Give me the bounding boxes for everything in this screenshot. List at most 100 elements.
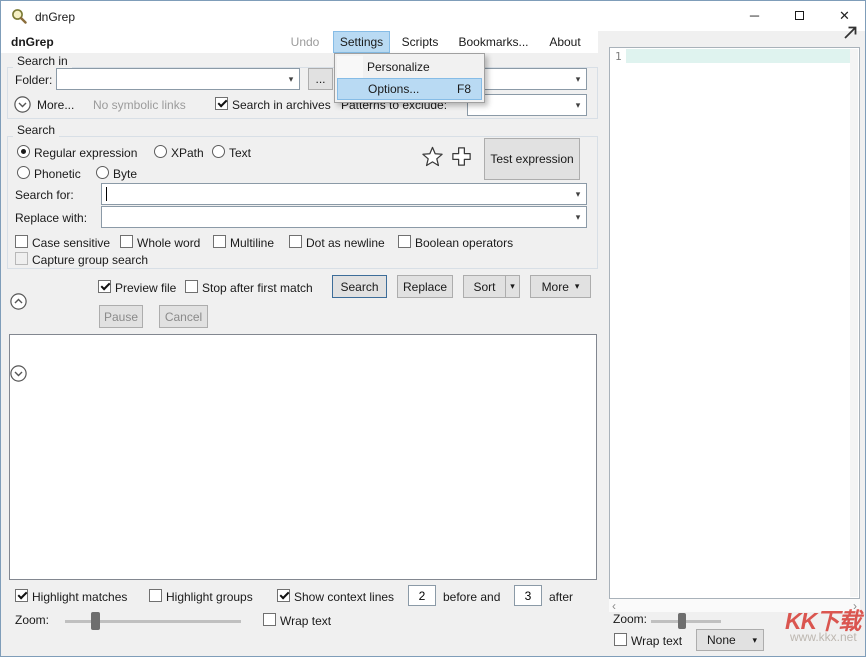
menubar-undo-label: Undo	[291, 35, 320, 49]
search-group-label: Search	[13, 123, 59, 137]
expand-results-button[interactable]	[10, 365, 27, 382]
radio-phonetic[interactable]	[17, 166, 30, 179]
more-options-expander[interactable]	[14, 96, 31, 113]
context-before-input[interactable]	[408, 585, 436, 606]
preview-zoom-label: Zoom:	[613, 612, 647, 626]
current-line-highlight	[626, 49, 850, 63]
menubar-bookmarks-label: Bookmarks...	[458, 35, 528, 49]
radio-regular-expression[interactable]	[17, 145, 30, 158]
scroll-left-icon[interactable]: ‹	[612, 599, 616, 613]
app-icon	[11, 8, 27, 24]
case-sensitive-checkbox[interactable]	[15, 235, 28, 248]
menubar-scripts-label: Scripts	[402, 35, 439, 49]
menubar-scripts[interactable]: Scripts	[396, 31, 444, 53]
favorite-star-icon[interactable]	[421, 145, 444, 168]
more-dropdown-button[interactable]: More ▾	[530, 275, 591, 298]
cancel-button[interactable]: Cancel	[159, 305, 208, 328]
capture-group-checkbox[interactable]	[15, 252, 28, 265]
menubar-about[interactable]: About	[542, 31, 588, 53]
preview-wrap-text-label: Wrap text	[631, 634, 682, 648]
preview-file-label: Preview file	[115, 281, 176, 295]
cancel-button-label: Cancel	[165, 310, 202, 324]
maximize-icon	[795, 11, 804, 20]
preview-zoom-slider-thumb[interactable]	[678, 613, 686, 629]
preview-file-checkbox[interactable]	[98, 280, 111, 293]
radio-byte-label: Byte	[113, 167, 137, 181]
highlight-groups-label: Highlight groups	[166, 590, 253, 604]
stop-after-first-match-label: Stop after first match	[202, 281, 313, 295]
menu-item-options[interactable]: Options... F8	[337, 78, 482, 100]
highlight-groups-checkbox[interactable]	[149, 589, 162, 602]
multiline-checkbox[interactable]	[213, 235, 226, 248]
preview-wrap-text-checkbox[interactable]	[614, 633, 627, 646]
chevron-up-circle-icon	[10, 293, 27, 310]
preview-zoom-slider-track[interactable]	[651, 620, 721, 623]
settings-menu: Personalize Options... F8	[334, 53, 485, 103]
menubar-undo[interactable]: Undo	[284, 31, 326, 53]
multiline-label: Multiline	[230, 236, 274, 250]
syntax-select[interactable]: None ▾	[696, 629, 764, 651]
radio-byte[interactable]	[96, 166, 109, 179]
menu-item-personalize[interactable]: Personalize	[337, 56, 482, 78]
dngrep-window: dnGrep ─ ✕ dnGrep Undo Settings Scripts …	[0, 0, 866, 657]
results-list[interactable]	[9, 334, 597, 580]
replace-button[interactable]: Replace	[397, 275, 453, 298]
radio-text[interactable]	[212, 145, 225, 158]
test-expression-label: Test expression	[490, 152, 573, 166]
case-sensitive-label: Case sensitive	[32, 236, 110, 250]
whole-word-checkbox[interactable]	[120, 235, 133, 248]
radio-xpath-label: XPath	[171, 146, 204, 160]
chevron-down-circle-icon	[10, 365, 27, 382]
dot-as-newline-checkbox[interactable]	[289, 235, 302, 248]
radio-phonetic-label: Phonetic	[34, 167, 81, 181]
menubar-settings[interactable]: Settings	[333, 31, 390, 53]
float-preview-button[interactable]	[841, 22, 861, 42]
test-expression-button[interactable]: Test expression	[484, 138, 580, 180]
sort-dropdown-button[interactable]: ▾	[505, 275, 520, 298]
preview-vertical-scrollbar[interactable]	[850, 49, 858, 597]
combo-arrow-icon: ▾	[570, 207, 586, 227]
preview-editor[interactable]: 1	[609, 47, 860, 599]
browse-folder-label: ...	[315, 72, 325, 86]
boolean-operators-checkbox[interactable]	[398, 235, 411, 248]
minimize-button[interactable]: ─	[732, 1, 777, 30]
watermark-url: www.kkx.net	[790, 630, 857, 644]
pause-button[interactable]: Pause	[99, 305, 143, 328]
stop-after-first-match-checkbox[interactable]	[185, 280, 198, 293]
collapse-options-button[interactable]	[10, 293, 27, 310]
after-label: after	[549, 590, 573, 604]
menubar-bookmarks[interactable]: Bookmarks...	[451, 31, 536, 53]
combo-arrow-icon: ▾	[575, 281, 580, 292]
show-context-lines-checkbox[interactable]	[277, 589, 290, 602]
text-caret	[106, 187, 107, 201]
patterns-exclude-combobox[interactable]: ▾	[467, 94, 587, 116]
search-archives-checkbox[interactable]	[215, 97, 228, 110]
sort-button-label: Sort	[473, 280, 495, 294]
context-after-input[interactable]	[514, 585, 542, 606]
window-title: dnGrep	[35, 10, 75, 24]
search-button[interactable]: Search	[332, 275, 387, 298]
maximize-button[interactable]	[777, 1, 822, 30]
menubar-about-label: About	[549, 35, 580, 49]
replace-with-combobox[interactable]: ▾	[101, 206, 587, 228]
patterns-match-combobox[interactable]: ▾	[467, 68, 587, 90]
arrow-up-right-icon	[841, 22, 861, 42]
replace-button-label: Replace	[403, 280, 447, 294]
search-for-combobox[interactable]: ▾	[101, 183, 587, 205]
sort-button[interactable]: Sort	[463, 275, 506, 298]
results-zoom-slider-thumb[interactable]	[91, 612, 100, 630]
syntax-select-value: None	[707, 633, 736, 647]
more-link[interactable]: More...	[37, 98, 74, 112]
radio-xpath[interactable]	[154, 145, 167, 158]
menu-item-personalize-label: Personalize	[367, 60, 430, 74]
browse-folder-button[interactable]: ...	[308, 68, 333, 90]
boolean-operators-label: Boolean operators	[415, 236, 513, 250]
folder-combobox[interactable]: ▾	[56, 68, 300, 90]
show-context-lines-label: Show context lines	[294, 590, 394, 604]
before-and-label: before and	[443, 590, 500, 604]
results-wrap-text-checkbox[interactable]	[263, 613, 276, 626]
combo-arrow-icon: ▾	[570, 69, 586, 89]
add-pattern-plus-icon[interactable]	[450, 145, 473, 168]
results-zoom-label: Zoom:	[15, 613, 49, 627]
highlight-matches-checkbox[interactable]	[15, 589, 28, 602]
